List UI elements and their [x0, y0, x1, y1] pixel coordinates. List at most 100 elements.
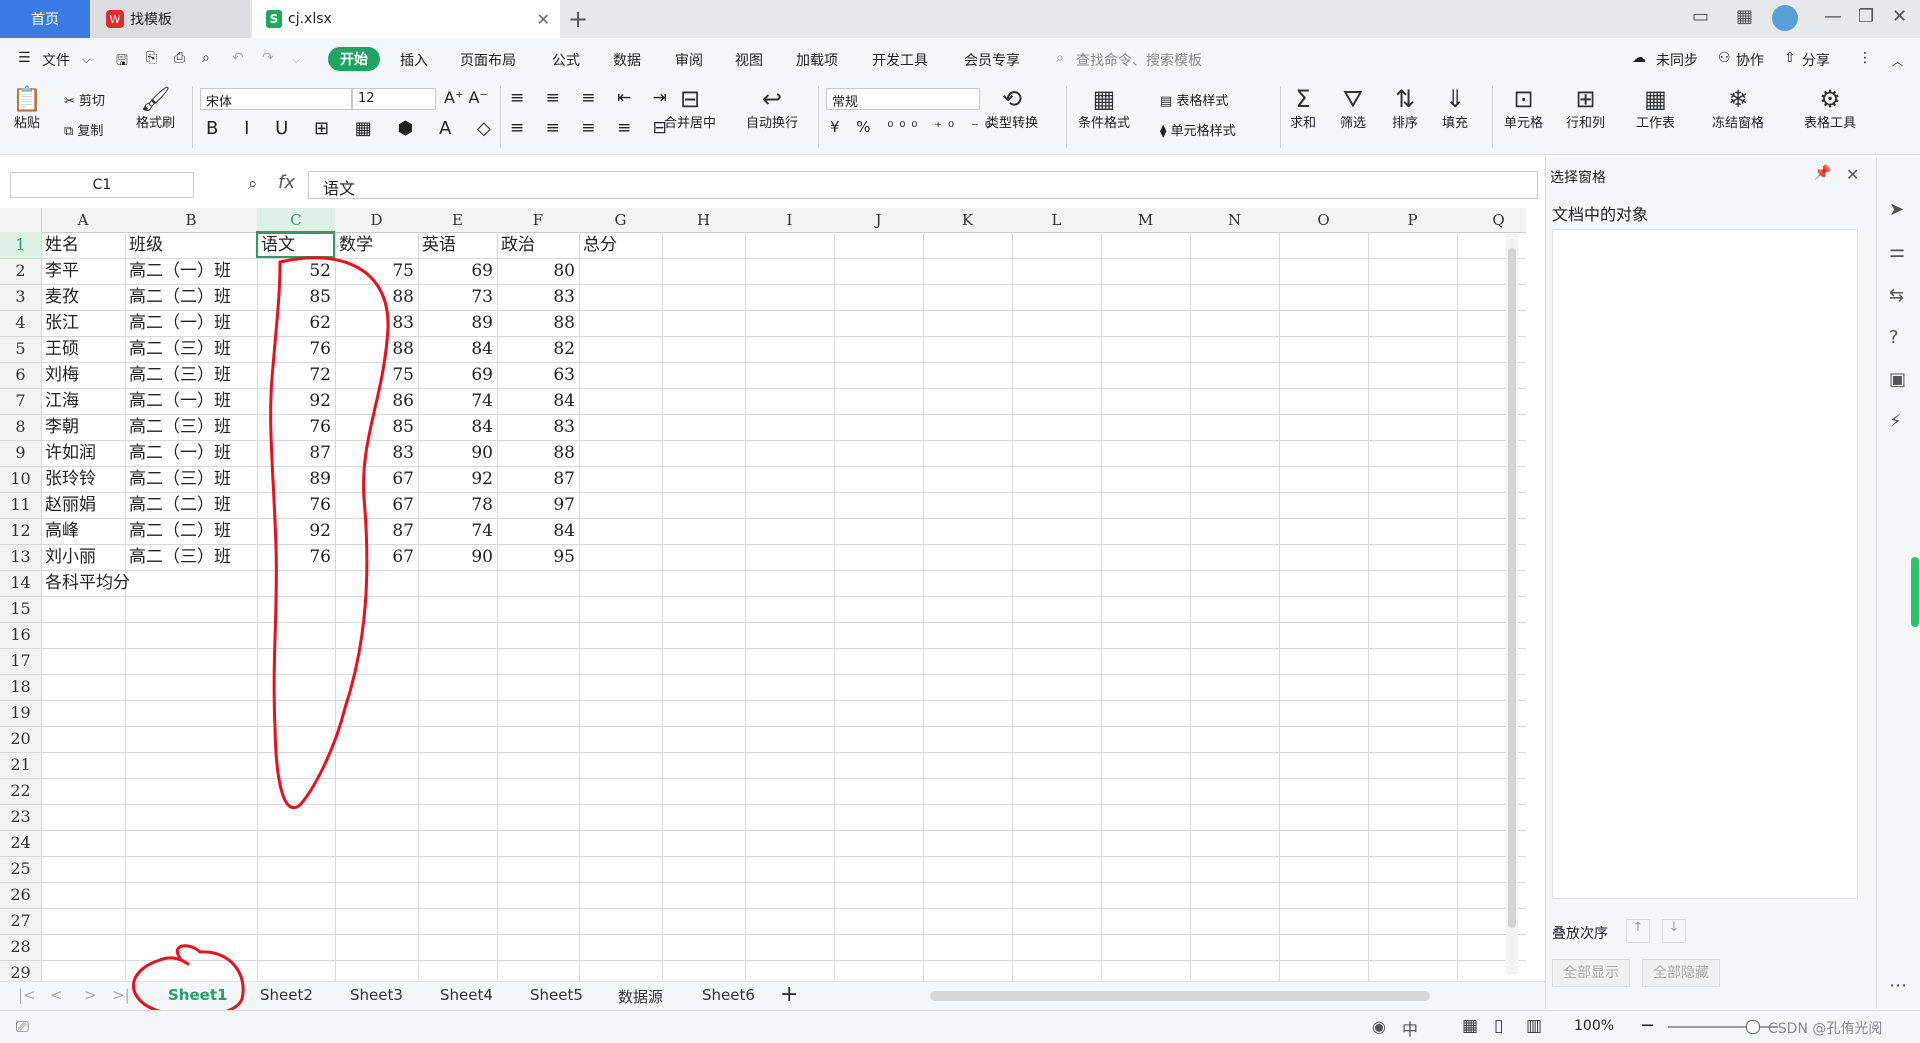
sheet-tab-sheet3[interactable]: Sheet3 — [350, 986, 403, 1004]
zoom-formula-icon[interactable]: ⌕ — [248, 174, 258, 194]
new-tab-icon[interactable]: + — [568, 5, 588, 33]
lightning-icon[interactable]: ⚡ — [1889, 411, 1902, 432]
adjust-icon[interactable]: ⚌ — [1889, 241, 1905, 262]
menu-data[interactable]: 数据 — [613, 50, 641, 70]
sync-button[interactable]: 未同步 — [1656, 50, 1698, 70]
tab-home[interactable]: 首页 — [0, 0, 90, 38]
macro-icon[interactable]: ⎚ — [16, 1017, 29, 1037]
grow-font-icon[interactable]: A⁺ A⁻ — [444, 88, 488, 107]
horizontal-scrollbar[interactable] — [930, 991, 1430, 1001]
font-style-icons[interactable]: B I U ⊞ ▦ ⬢ A ◇ — [206, 118, 501, 139]
wrap-text-button[interactable]: ↩ 自动换行 — [746, 86, 798, 131]
cut-button[interactable]: ✂ 剪切 — [64, 90, 105, 109]
hamburger-icon[interactable]: ☰ — [18, 50, 31, 66]
normal-view-icon[interactable]: ▦ — [1462, 1016, 1478, 1036]
table-style-button[interactable]: ▤ 表格样式 — [1160, 90, 1228, 109]
sheet-tab-sheet6[interactable]: Sheet6 — [702, 986, 755, 1004]
menu-insert[interactable]: 插入 — [400, 50, 428, 70]
more-icon[interactable]: ⋮ — [1858, 50, 1872, 66]
zoom-out-icon[interactable]: − — [1640, 1015, 1655, 1036]
redo-icon[interactable]: ↷ — [262, 50, 274, 66]
add-sheet-icon[interactable]: + — [780, 982, 798, 1007]
menu-formula[interactable]: 公式 — [552, 50, 580, 70]
cell-button[interactable]: ⊡ 单元格 — [1504, 86, 1543, 131]
move-down-icon[interactable]: ↓ — [1662, 919, 1686, 943]
next-sheet-icon[interactable]: > — [84, 986, 97, 1004]
pin-icon[interactable]: 📌 — [1814, 165, 1831, 181]
align-bottom-icons[interactable]: ≡ ≡ ≡ ≡ ⊟ — [510, 118, 675, 138]
show-all-button[interactable]: 全部显示 — [1552, 959, 1630, 987]
align-top-icons[interactable]: ≡ ≡ ≡ ⇤ ⇥ — [510, 88, 675, 108]
sheet-tab-sheet2[interactable]: Sheet2 — [260, 986, 313, 1004]
rowcol-button[interactable]: ⊞ 行和列 — [1566, 86, 1605, 131]
menu-addins[interactable]: 加载项 — [796, 50, 838, 70]
spreadsheet-grid[interactable]: A B C D E F G H I J K L M N O P Q 1 2 3 4 5 6 7 8 9 10 11 12 13 14 15 16… — [0, 208, 1526, 981]
close-tab-icon[interactable]: ✕ — [537, 10, 550, 29]
page-view-icon[interactable]: ▯ — [1494, 1016, 1503, 1036]
prev-sheet-icon[interactable]: < — [50, 986, 63, 1004]
menu-developer[interactable]: 开发工具 — [872, 50, 928, 70]
zoom-slider-knob[interactable] — [1746, 1020, 1760, 1034]
paste-button[interactable]: 📋 粘贴 — [12, 86, 42, 131]
print-icon[interactable]: ⎙ — [174, 50, 185, 66]
restore-icon[interactable]: ❐ — [1858, 6, 1874, 27]
menu-view[interactable]: 视图 — [735, 50, 763, 70]
page-break-icon[interactable]: ▥ — [1526, 1016, 1542, 1036]
sheet-tab-datasource[interactable]: 数据源 — [618, 986, 663, 1007]
number-format-select[interactable]: 常规 — [826, 88, 980, 110]
minimize-icon[interactable]: — — [1824, 6, 1842, 27]
close-pane-icon[interactable]: ✕ — [1846, 165, 1859, 184]
format-painter-button[interactable]: 🖌 格式刷 — [136, 86, 175, 131]
zoom-level[interactable]: 100% — [1574, 1018, 1614, 1034]
freeze-button[interactable]: ❄ 冻结窗格 — [1712, 86, 1764, 131]
language-icon[interactable]: 中 — [1402, 1016, 1418, 1040]
size-select[interactable]: 12 — [352, 88, 436, 110]
close-window-icon[interactable]: ✕ — [1892, 6, 1907, 27]
cell-style-button[interactable]: ⧫ 单元格样式 — [1160, 120, 1236, 139]
collapse-ribbon-icon[interactable]: ︿ — [1892, 53, 1903, 69]
first-sheet-icon[interactable]: |< — [18, 986, 36, 1004]
font-select[interactable]: 宋体 — [200, 88, 352, 110]
number-format-icons[interactable]: ¥ % ⁰⁰⁰ ⁺⁰ ⁻⁰ — [830, 118, 997, 136]
filter-button[interactable]: ⛛ 筛选 — [1340, 86, 1366, 131]
layout-icon[interactable]: ▭ — [1692, 6, 1709, 27]
menu-file[interactable]: 文件 — [42, 50, 70, 70]
merge-center-button[interactable]: ⊟ 合并居中 — [664, 86, 716, 131]
hide-all-button[interactable]: 全部隐藏 — [1642, 959, 1720, 987]
fill-button[interactable]: ⇓ 填充 — [1442, 86, 1468, 131]
image-icon[interactable]: ▣ — [1889, 369, 1906, 390]
sheet-tab-sheet4[interactable]: Sheet4 — [440, 986, 493, 1004]
worksheet-button[interactable]: ▦ 工作表 — [1636, 86, 1675, 131]
tab-document[interactable]: Scj.xlsx ✕ — [252, 0, 560, 38]
pointer-icon[interactable]: ➤ — [1889, 199, 1904, 220]
menu-home[interactable]: 开始 — [328, 47, 380, 71]
copy-button[interactable]: ⧉ 复制 — [64, 120, 103, 139]
more-options-icon[interactable]: ⋯ — [1889, 975, 1907, 996]
export-icon[interactable]: ⎘ — [146, 50, 157, 66]
object-list[interactable] — [1552, 229, 1858, 899]
avatar[interactable] — [1772, 5, 1798, 31]
tab-template[interactable]: W 找模板 — [92, 0, 250, 38]
help-icon[interactable]: ? — [1889, 327, 1899, 348]
cond-format-button[interactable]: ▦ 条件格式 — [1078, 86, 1130, 131]
last-sheet-icon[interactable]: >| — [112, 986, 130, 1004]
apps-grid-icon[interactable]: ▦ — [1736, 6, 1753, 27]
menu-member[interactable]: 会员专享 — [964, 50, 1020, 70]
save-icon[interactable]: 🖫 — [116, 50, 128, 74]
name-box[interactable]: C1 — [10, 172, 194, 198]
move-up-icon[interactable]: ↑ — [1626, 919, 1650, 943]
undo-icon[interactable]: ↶ — [232, 50, 244, 66]
menu-page-layout[interactable]: 页面布局 — [460, 50, 516, 70]
chevron-down-icon[interactable]: ⌵ — [82, 53, 90, 67]
zoom-slider[interactable] — [1668, 1026, 1778, 1028]
sheet-tab-sheet5[interactable]: Sheet5 — [530, 986, 583, 1004]
pane-title[interactable]: 选择窗格 — [1550, 167, 1606, 187]
scroll-indicator[interactable] — [1911, 557, 1919, 627]
type-convert-button[interactable]: ⟲ 类型转换 — [986, 86, 1038, 131]
menu-review[interactable]: 审阅 — [675, 50, 703, 70]
eye-protection-icon[interactable]: ◉ — [1372, 1017, 1386, 1036]
table-tools-button[interactable]: ⚙ 表格工具 — [1804, 86, 1856, 131]
transform-icon[interactable]: ⇆ — [1889, 285, 1904, 306]
share-button[interactable]: 分享 — [1802, 50, 1830, 70]
search-command-input[interactable]: 查找命令、搜索模板 — [1076, 50, 1202, 70]
